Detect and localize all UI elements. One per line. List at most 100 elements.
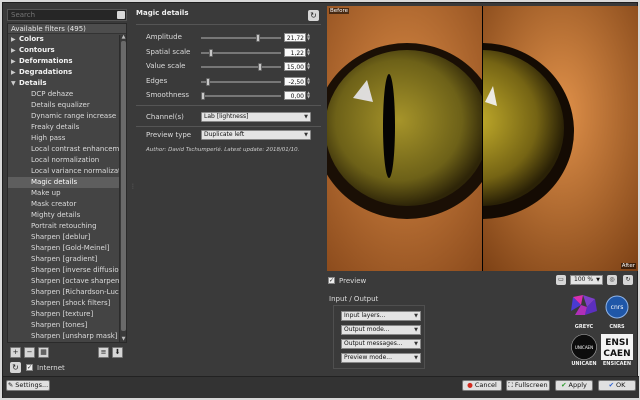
dropdown-arrow-icon: ▼	[304, 114, 308, 120]
param-value-field[interactable]: 21,72	[284, 33, 306, 42]
filter-item[interactable]: DCP dehaze	[8, 89, 126, 100]
filter-item[interactable]: Sharpen [deblur]	[8, 232, 126, 243]
filter-item[interactable]: Sharpen [inverse diffusion]	[8, 265, 126, 276]
slider-handle[interactable]	[255, 34, 260, 42]
refresh-filters-icon[interactable]: ↻	[10, 362, 21, 373]
slider-handle[interactable]	[208, 48, 213, 57]
filter-item[interactable]: Sharpen [unsharp mask]	[8, 331, 126, 342]
fullscreen-button[interactable]: ⛶ Fullscreen	[506, 380, 550, 391]
scroll-down-icon[interactable]: ▼	[120, 337, 126, 342]
param-value-field[interactable]: 15,00	[284, 62, 306, 71]
search-input[interactable]	[8, 10, 116, 20]
spinner-arrows-icon[interactable]: ▲ ▼	[307, 33, 311, 42]
category-details[interactable]: ▼ Details	[8, 78, 126, 89]
spinner-arrows-icon[interactable]: ▲ ▼	[307, 91, 311, 100]
filter-item[interactable]: Magic details	[8, 177, 126, 188]
settings-button[interactable]: ✎ Settings...	[6, 380, 50, 391]
grid-view-button[interactable]: ▦	[38, 347, 49, 358]
caen-mark: CAEN	[603, 349, 630, 359]
scrollbar-thumb[interactable]	[121, 41, 126, 331]
filter-item[interactable]: Dynamic range increase	[8, 111, 126, 122]
slider-handle[interactable]	[258, 63, 262, 71]
filter-item[interactable]: Sharpen [Gold-Meinel]	[8, 243, 126, 254]
param-slider[interactable]	[201, 77, 281, 86]
param-value-field[interactable]: 0,00	[284, 91, 306, 100]
collapse-arrow-icon[interactable]: ▼	[11, 78, 19, 89]
filter-item[interactable]: Sharpen [Richardson-Lucy]	[8, 287, 126, 298]
internet-checkbox[interactable]: ✓	[26, 364, 33, 371]
filter-item[interactable]: Sharpen [tones]	[8, 320, 126, 331]
category-colors[interactable]: ▶ Colors	[8, 34, 126, 45]
param-slider[interactable]	[201, 48, 281, 57]
output-messages-select[interactable]: Output messages... ▼	[341, 339, 421, 349]
search-box[interactable]	[7, 9, 127, 21]
preview-area[interactable]: Before After	[327, 6, 638, 271]
filter-item[interactable]: Portrait retouching	[8, 221, 126, 232]
preview-checkbox[interactable]: ✓	[328, 277, 335, 284]
filter-item[interactable]: Sharpen [shock filters]	[8, 298, 126, 309]
cancel-button[interactable]: ● Cancel	[462, 380, 502, 391]
param-row: Amplitude 21,72 ▲ ▼	[146, 33, 311, 43]
param-label: Edges	[146, 76, 168, 85]
filter-item[interactable]: Freaky details	[8, 122, 126, 133]
preview-type-select[interactable]: Duplicate left ▼	[201, 130, 311, 140]
filter-item[interactable]: Sharpen [octave sharpening	[8, 276, 126, 287]
slider-handle[interactable]	[205, 77, 210, 86]
input-layers-select[interactable]: Input layers... ▼	[341, 311, 421, 321]
add-fave-button[interactable]: +	[10, 347, 21, 358]
param-row: Value scale 15,00 ▲ ▼	[146, 62, 311, 72]
ok-button[interactable]: ✔ OK	[598, 380, 636, 391]
filter-tree-scrollbar[interactable]: ▲ ▼	[119, 35, 126, 342]
divider	[136, 105, 321, 106]
filter-item[interactable]: Mighty details	[8, 210, 126, 221]
dropdown-arrow-icon: ▼	[414, 313, 418, 319]
param-value-field[interactable]: -2,50	[284, 76, 306, 86]
unicaen-logo: UNICAEN	[571, 334, 597, 362]
settings-label: Settings...	[15, 381, 49, 389]
filter-item[interactable]: Local normalization	[8, 155, 126, 166]
zoom-out-icon[interactable]: ▭	[556, 275, 566, 285]
expand-arrow-icon[interactable]: ▶	[11, 67, 19, 78]
param-slider[interactable]	[201, 92, 281, 100]
filter-item[interactable]: Local contrast enhancemen	[8, 144, 126, 155]
category-deformations[interactable]: ▶ Deformations	[8, 56, 126, 67]
splitter-handle[interactable]: ⋮	[130, 183, 136, 191]
clear-search-icon[interactable]	[117, 11, 125, 19]
category-degradations[interactable]: ▶ Degradations	[8, 67, 126, 78]
expand-arrow-icon[interactable]: ▶	[11, 56, 19, 67]
filter-item[interactable]: Sharpen [gradient]	[8, 254, 126, 265]
filter-item[interactable]: Details equalizer	[8, 100, 126, 111]
channels-select[interactable]: Lab [lightness] ▼	[201, 112, 311, 122]
io-frame: Input layers... ▼ Output mode... ▼ Output …	[333, 305, 425, 369]
zoom-select[interactable]: 100 % ▼	[570, 275, 603, 285]
spinner-arrows-icon[interactable]: ▲ ▼	[307, 47, 311, 57]
param-slider[interactable]	[201, 63, 281, 71]
output-mode-select[interactable]: Output mode... ▼	[341, 325, 421, 335]
channels-label: Channel(s)	[146, 113, 184, 121]
apply-button[interactable]: ✔ Apply	[555, 380, 593, 391]
filter-item[interactable]: Make up	[8, 188, 126, 199]
spinner-arrows-icon[interactable]: ▲ ▼	[307, 76, 311, 86]
expand-arrow-icon[interactable]: ▶	[11, 45, 19, 56]
param-slider[interactable]	[201, 34, 281, 42]
zoom-fit-icon[interactable]: ◎	[607, 275, 617, 285]
slider-handle[interactable]	[201, 92, 205, 100]
ok-icon: ✔	[608, 381, 615, 389]
filter-item[interactable]: Sharpen [texture]	[8, 309, 126, 320]
filter-tree: Available filters (495) ▶ Colors ▶ Contour…	[7, 23, 127, 343]
download-button[interactable]: ⬇	[112, 347, 123, 358]
scroll-up-icon[interactable]: ▲	[120, 35, 126, 40]
preview-mode-select[interactable]: Preview mode... ▼	[341, 353, 421, 363]
list-view-button[interactable]: ≡	[98, 347, 109, 358]
remove-fave-button[interactable]: −	[24, 347, 35, 358]
filter-item[interactable]: Mask creator	[8, 199, 126, 210]
filter-item[interactable]: Local variance normalizatio	[8, 166, 126, 177]
refresh-preview-icon[interactable]: ↻	[623, 275, 633, 285]
spinner-arrows-icon[interactable]: ▲ ▼	[307, 62, 311, 71]
expand-arrow-icon[interactable]: ▶	[11, 34, 19, 45]
param-value-field[interactable]: 1,22	[284, 47, 306, 57]
filter-item[interactable]: High pass	[8, 133, 126, 144]
category-contours[interactable]: ▶ Contours	[8, 45, 126, 56]
unicaen-mark: UNICAEN	[575, 345, 593, 350]
reset-params-icon[interactable]: ↻	[308, 10, 319, 21]
